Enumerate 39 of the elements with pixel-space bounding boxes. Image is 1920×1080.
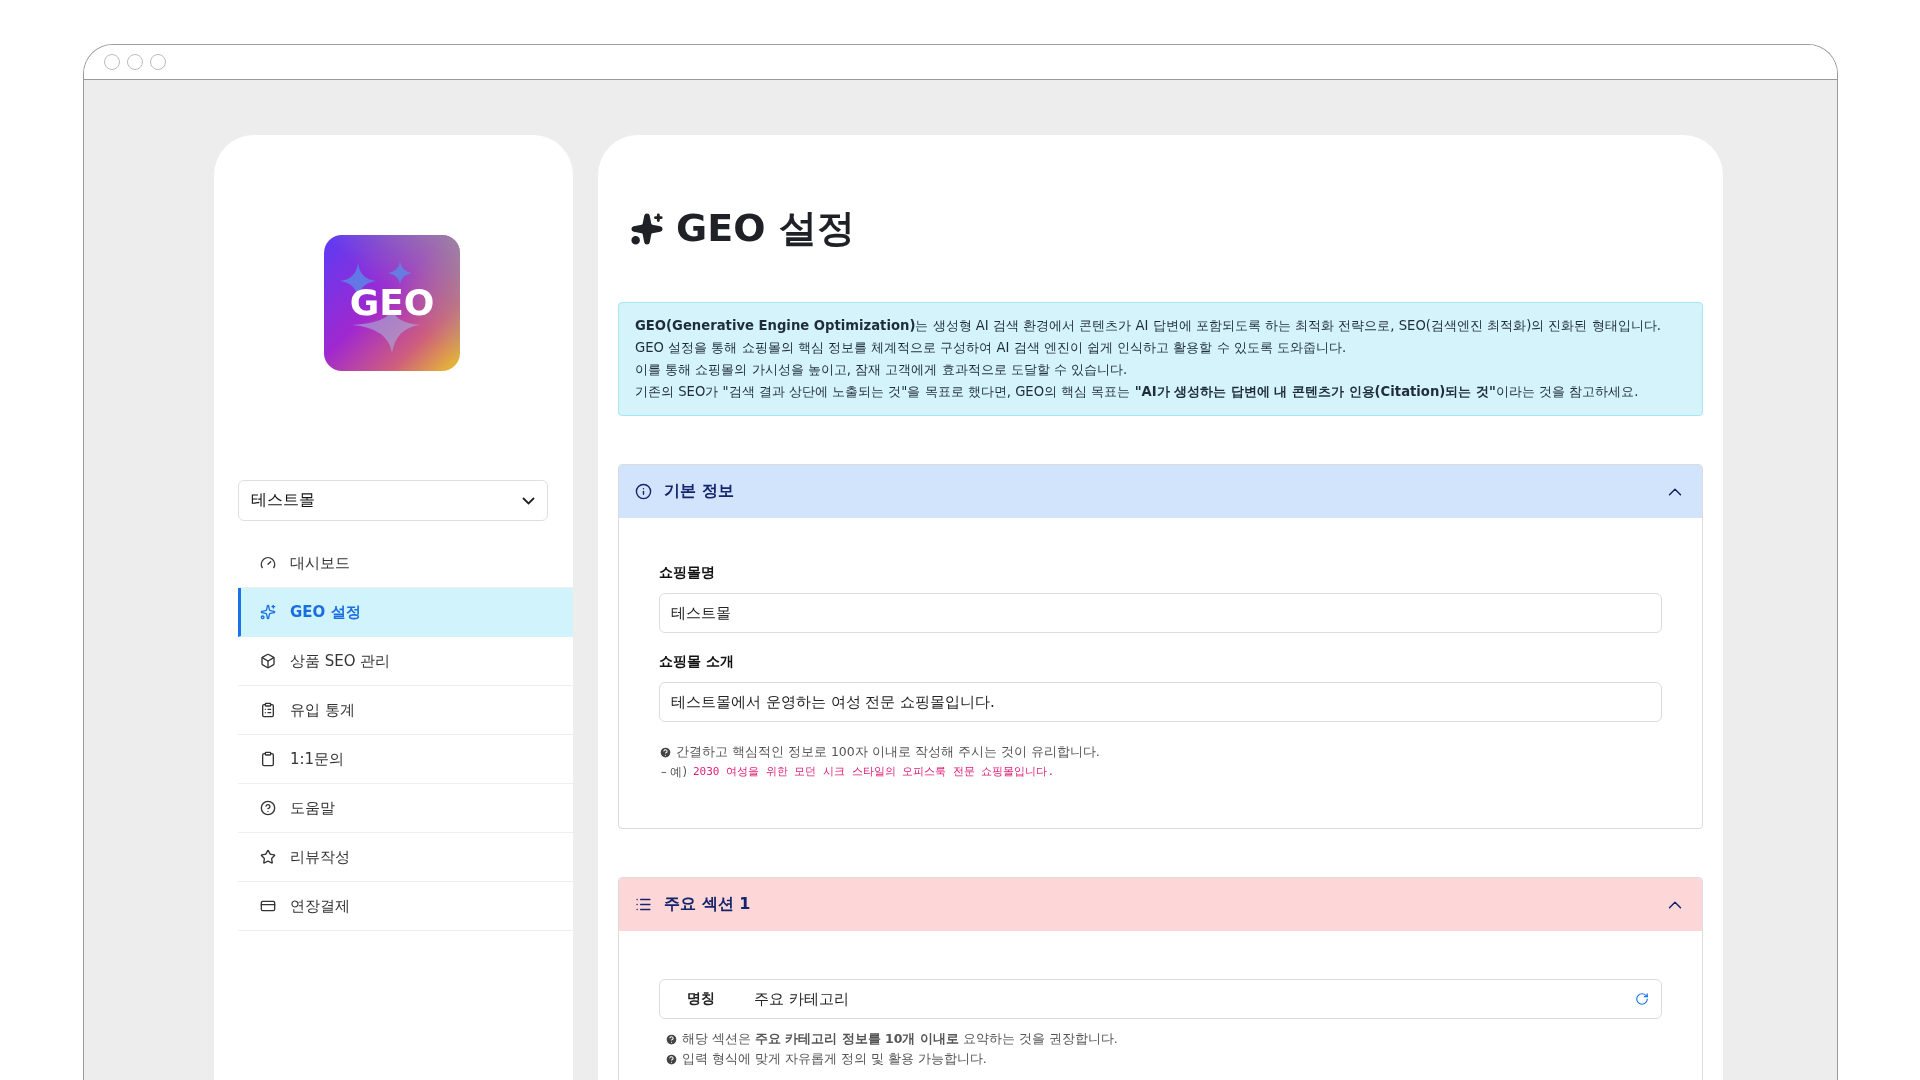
section-title: 기본 정보 — [664, 481, 735, 502]
gauge-icon — [260, 555, 276, 571]
notice-text: 기존의 SEO가 "검색 결과 상단에 노출되는 것"을 목표로 했다면, GEO의 핵심 목표는 "AI가 생성하는 답변에 내 콘텐츠가 인용(Citation)되는 것"이라는 것을 참고하세요. — [635, 383, 1640, 401]
notice-text: GEO 설정을 통해 쇼핑몰의 핵심 정보를 체계적으로 구성하여 AI 검색 엔진이 쉽게 인식하고 활용할 수 있도록 도와줍니다. — [635, 339, 1348, 357]
clipboard-chart-icon — [260, 702, 276, 718]
page-title: GEO 설정 — [676, 205, 855, 252]
refresh-icon[interactable] — [1635, 992, 1649, 1006]
help-icon — [665, 1052, 678, 1066]
sparkles-icon — [260, 604, 276, 620]
example-prefix: – 예) — [661, 764, 687, 781]
help-icon — [659, 745, 672, 759]
example-text: 2030 여성을 위한 모던 시크 스타일의 오피스룩 전문 쇼핑몰입니다. — [692, 764, 1054, 780]
text-field[interactable]: 테스트몰 — [659, 593, 1662, 633]
notice-text: 이를 통해 쇼핑몰의 가시성을 높이고, 잠재 고객에게 효과적으로 도달할 수 있습니다. — [635, 361, 1129, 379]
list-icon — [635, 896, 652, 913]
hint-text: 해당 섹션은 주요 카테고리 정보를 10개 이내로 요약하는 것을 권장합니다. — [682, 1030, 1118, 1048]
notice-text: GEO(Generative Engine Optimization)는 생성형 AI 검색 환경에서 콘텐츠가 AI 답변에 포함되도록 하는 최적화 전략으로, SEO(검색엔진 최적화)의 진화된 형태입니다. — [635, 317, 1662, 335]
nav-item[interactable]: GEO 설정 — [238, 588, 573, 637]
hint-text: 간결하고 핵심적인 정보로 100자 이내로 작성해 주시는 것이 유리합니다. — [676, 743, 1100, 761]
box-icon — [260, 653, 276, 669]
field-value: 주요 카테고리 — [753, 989, 850, 1009]
help-icon — [260, 800, 276, 816]
sparkles-icon — [630, 211, 664, 246]
field-label: 명칭 — [686, 990, 716, 1008]
info-icon — [635, 483, 652, 500]
chevron-icon — [522, 496, 535, 505]
section-header[interactable]: 주요 섹션 1 — [619, 878, 1702, 931]
field-label: 쇼핑몰 소개 — [659, 653, 735, 671]
text-field[interactable]: 테스트몰에서 운영하는 여성 전문 쇼핑몰입니다. — [659, 682, 1662, 722]
field-label: 쇼핑몰명 — [659, 564, 716, 582]
section-title: 주요 섹션 1 — [664, 894, 752, 915]
credit-card-icon — [260, 898, 276, 914]
hint-text: 입력 형식에 맞게 자유롭게 정의 및 활용 가능합니다. — [682, 1050, 987, 1068]
mall-select[interactable]: 테스트몰 — [238, 480, 548, 521]
help-icon — [665, 1032, 678, 1046]
name-field[interactable]: 명칭 주요 카테고리 — [659, 979, 1662, 1019]
star-icon — [260, 849, 276, 865]
clipboard-icon — [260, 751, 276, 767]
section-header[interactable]: 기본 정보 — [619, 465, 1702, 518]
